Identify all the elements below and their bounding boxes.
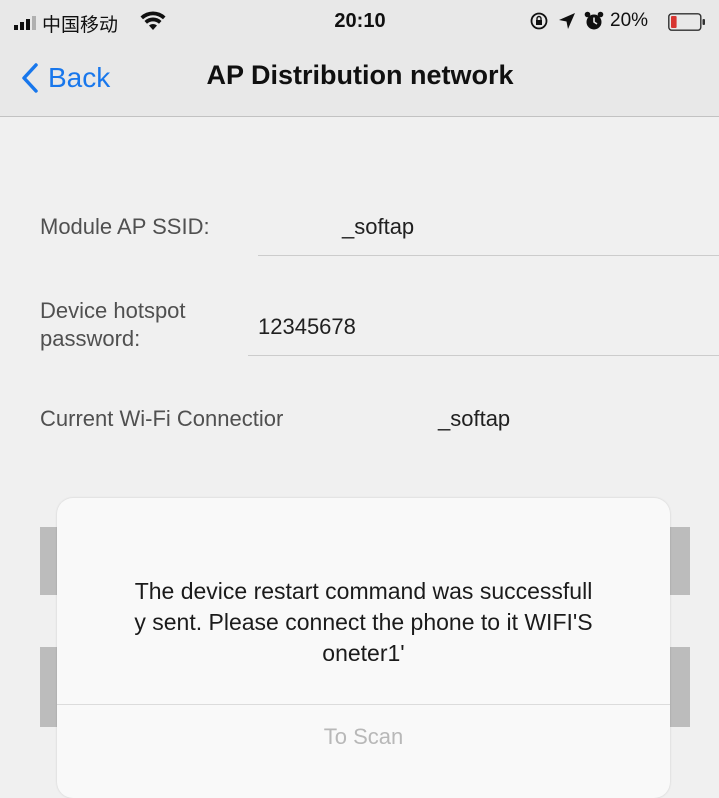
to-scan-button[interactable]: To Scan (57, 705, 670, 769)
alert-dialog: The device restart command was successfu… (57, 498, 670, 798)
alert-message: The device restart command was successfu… (134, 578, 593, 666)
app-screen: 中国移动 20:10 20% Back AP Distribution netw… (0, 0, 719, 798)
